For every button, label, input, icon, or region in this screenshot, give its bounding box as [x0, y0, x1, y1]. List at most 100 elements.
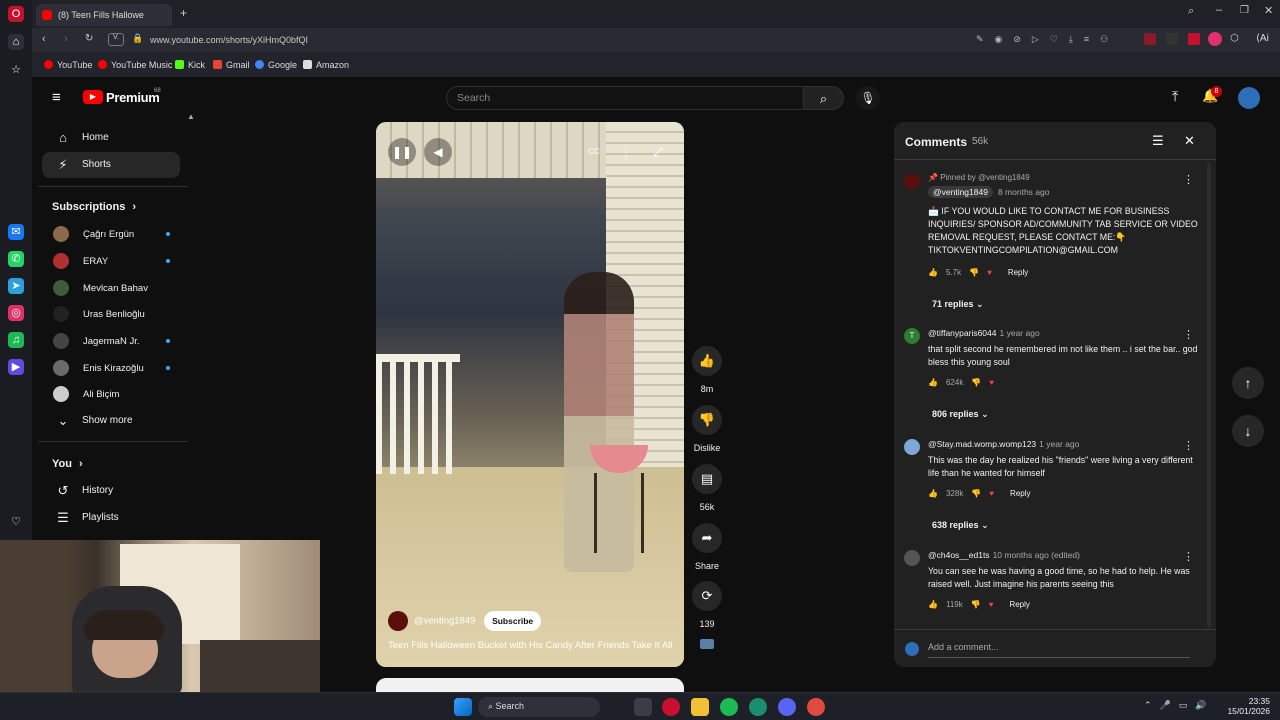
messenger-icon[interactable]: ✉: [8, 224, 24, 240]
tray-icons[interactable]: ⌃🎤▭🔊: [1144, 700, 1214, 711]
taskbar-search[interactable]: ⌕ Search: [478, 697, 600, 717]
scroll-up-icon[interactable]: ▲: [187, 112, 195, 121]
view-replies-button[interactable]: 71 replies ⌄: [932, 299, 984, 310]
star-icon[interactable]: ☆: [8, 62, 24, 78]
commenter-avatar[interactable]: [904, 173, 920, 189]
remix-button[interactable]: ⟳ 139: [692, 581, 722, 629]
bookmark-google[interactable]: Google: [255, 60, 297, 70]
subscribe-button[interactable]: Subscribe: [484, 611, 542, 631]
sound-thumbnail[interactable]: [700, 639, 714, 649]
dislike-icon[interactable]: 👎: [971, 489, 981, 498]
pause-button[interactable]: ❚❚: [388, 138, 416, 166]
youtube-logo-icon[interactable]: ▶: [83, 90, 103, 104]
dislike-icon[interactable]: 👎: [971, 378, 981, 387]
back-icon[interactable]: ‹: [42, 33, 46, 45]
box-icon[interactable]: ⬡: [1230, 33, 1239, 44]
taskbar-clock[interactable]: 23:35 15/01/2026: [1218, 696, 1270, 716]
commenter-avatar[interactable]: [904, 439, 920, 455]
task-view-icon[interactable]: [634, 698, 652, 716]
sidebar-item-home[interactable]: ⌂ Home: [42, 125, 180, 151]
comment-author[interactable]: @venting1849: [928, 186, 993, 198]
captions-icon[interactable]: CC: [580, 138, 608, 166]
bookmark-amazon[interactable]: Amazon: [303, 60, 349, 70]
like-button[interactable]: 👍 8m: [692, 346, 722, 394]
new-tab-icon[interactable]: +: [180, 6, 187, 20]
search-button[interactable]: ⌕: [804, 86, 844, 110]
file-explorer-icon[interactable]: [691, 698, 709, 716]
view-badge[interactable]: V.: [108, 33, 124, 46]
voice-search-icon[interactable]: 🎙: [856, 86, 880, 110]
next-short-preview[interactable]: [376, 678, 684, 692]
commenter-avatar[interactable]: [904, 550, 920, 566]
more-options-icon[interactable]: ⋮: [612, 138, 640, 166]
subscription-item[interactable]: ERAY: [42, 248, 180, 274]
close-icon[interactable]: ✕: [1184, 133, 1195, 149]
opera-logo-icon[interactable]: O: [8, 6, 24, 22]
comment-menu-icon[interactable]: ⋮: [1183, 439, 1194, 452]
comment-author[interactable]: @tiffanyparis6044: [928, 328, 997, 338]
extension-icon[interactable]: [1144, 33, 1156, 45]
bookmark-kick[interactable]: Kick: [175, 60, 205, 70]
forward-icon[interactable]: ›: [64, 33, 68, 45]
subscription-item[interactable]: Mevlcan Bahav: [42, 275, 180, 301]
you-heading[interactable]: You ›: [52, 458, 83, 470]
comment-author[interactable]: @Stay.mad.womp.womp123: [928, 439, 1036, 449]
reply-button[interactable]: Reply: [1010, 489, 1030, 498]
subscription-item[interactable]: JagermaN Jr.: [42, 328, 180, 354]
opera-icon[interactable]: [662, 698, 680, 716]
minimize-icon[interactable]: –: [1216, 4, 1222, 16]
subscription-item[interactable]: Çağrı Ergün: [42, 221, 180, 247]
spotify-icon[interactable]: [720, 698, 738, 716]
ai-button[interactable]: ⟨Ai: [1256, 33, 1269, 44]
subscription-item[interactable]: Ali Biçim: [42, 381, 180, 407]
dislike-button[interactable]: 👎 Dislike: [692, 405, 722, 453]
dislike-icon[interactable]: 👎: [971, 600, 981, 609]
comment-menu-icon[interactable]: ⋮: [1183, 173, 1194, 186]
whatsapp-icon[interactable]: ✆: [8, 251, 24, 267]
view-replies-button[interactable]: 806 replies ⌄: [932, 409, 989, 420]
share-button[interactable]: ➦ Share: [692, 523, 722, 571]
reply-button[interactable]: Reply: [1008, 268, 1028, 277]
reload-icon[interactable]: ↻: [85, 33, 93, 44]
avatar[interactable]: [1238, 87, 1260, 109]
comments-scrollbar[interactable]: [1207, 162, 1211, 627]
subscription-item[interactable]: Uras Benlioğlu: [42, 301, 180, 327]
heart-icon[interactable]: ♡: [8, 514, 24, 530]
like-icon[interactable]: 👍: [928, 600, 938, 609]
toolbar-icons[interactable]: ✎◉⊘▷♡⤓≡⚇: [976, 34, 1119, 45]
show-more-button[interactable]: ⌄ Show more: [42, 408, 180, 434]
comment-menu-icon[interactable]: ⋮: [1183, 328, 1194, 341]
comment-menu-icon[interactable]: ⋮: [1183, 550, 1194, 563]
close-window-icon[interactable]: ✕: [1264, 4, 1273, 17]
instagram-icon[interactable]: ◎: [8, 305, 24, 321]
sidebar-item-shorts[interactable]: ⚡ Shorts: [42, 152, 180, 178]
windows-start-icon[interactable]: [454, 698, 472, 716]
like-icon[interactable]: 👍: [928, 268, 938, 277]
bookmark-youtube-music[interactable]: YouTube Music: [98, 60, 172, 70]
url-field[interactable]: www.youtube.com/shorts/yXiHmQ0bfQI: [150, 32, 970, 48]
search-tabs-icon[interactable]: ⌕: [1188, 5, 1194, 18]
edge-icon[interactable]: [749, 698, 767, 716]
cat-extension-icon[interactable]: [1166, 33, 1178, 45]
comments-button[interactable]: ▤ 56k: [692, 464, 722, 512]
spotify-icon[interactable]: ♫: [8, 332, 24, 348]
subscriptions-heading[interactable]: Subscriptions ›: [52, 201, 136, 213]
channel-avatar[interactable]: [388, 611, 408, 631]
maximize-icon[interactable]: ❐: [1240, 5, 1249, 16]
home-icon[interactable]: ⌂: [8, 34, 24, 50]
like-icon[interactable]: 👍: [928, 378, 938, 387]
shorts-video-player[interactable]: ❚❚ ◀ CC ⋮ ⤢ @venting1849 Subscribe Teen …: [376, 122, 684, 667]
view-replies-button[interactable]: 638 replies ⌄: [932, 520, 989, 531]
player-icon[interactable]: ▶: [8, 359, 24, 375]
commenter-avatar[interactable]: T: [904, 328, 920, 344]
subscription-item[interactable]: Enis Kirazoğlu: [42, 355, 180, 381]
sort-icon[interactable]: ☰: [1152, 133, 1164, 149]
search-input[interactable]: Search: [446, 86, 804, 110]
previous-short-button[interactable]: ↑: [1232, 367, 1264, 399]
upload-icon[interactable]: ⤒: [1172, 88, 1178, 105]
logo-text[interactable]: Premium: [106, 90, 160, 105]
app-icon[interactable]: [807, 698, 825, 716]
profile-icon[interactable]: [1208, 32, 1222, 46]
comment-author[interactable]: @ch4os__ed1ts: [928, 550, 990, 560]
next-short-button[interactable]: ↓: [1232, 415, 1264, 447]
